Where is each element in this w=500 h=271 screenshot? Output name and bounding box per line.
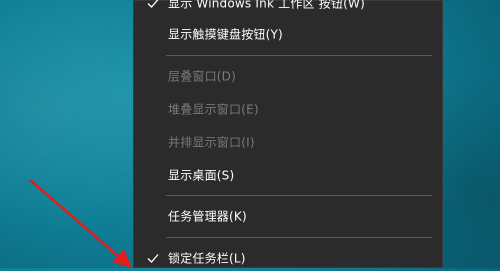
menu-item-side-by-side-windows: 并排显示窗口(I) (133, 129, 443, 155)
menu-item-label: 显示桌面(S) (168, 168, 235, 183)
menu-item-label: 并排显示窗口(I) (168, 135, 255, 150)
menu-separator (166, 237, 432, 238)
menu-separator (166, 55, 432, 56)
checkmark-icon (147, 0, 159, 8)
checkmark-icon (147, 254, 159, 263)
menu-item-label: 显示 Windows Ink 工作区 按钮(W) (168, 0, 365, 11)
menu-item-stack-windows: 堆叠显示窗口(E) (133, 96, 443, 122)
menu-item-label: 任务管理器(K) (168, 209, 247, 224)
menu-item-label: 堆叠显示窗口(E) (168, 102, 259, 117)
taskbar-context-menu: 显示 Windows Ink 工作区 按钮(W) 显示触摸键盘按钮(Y) 层叠窗… (133, 0, 443, 268)
menu-item-show-touch-keyboard-button[interactable]: 显示触摸键盘按钮(Y) (133, 21, 443, 47)
menu-separator (166, 195, 432, 196)
menu-item-label: 显示触摸键盘按钮(Y) (168, 27, 283, 42)
menu-item-label: 锁定任务栏(L) (168, 251, 246, 266)
menu-item-lock-taskbar[interactable]: 锁定任务栏(L) (133, 245, 443, 271)
menu-item-show-windows-ink-button[interactable]: 显示 Windows Ink 工作区 按钮(W) (133, 0, 443, 16)
menu-item-show-desktop[interactable]: 显示桌面(S) (133, 162, 443, 188)
menu-item-label: 层叠窗口(D) (168, 69, 237, 84)
menu-item-task-manager[interactable]: 任务管理器(K) (133, 203, 443, 229)
menu-item-cascade-windows: 层叠窗口(D) (133, 63, 443, 89)
